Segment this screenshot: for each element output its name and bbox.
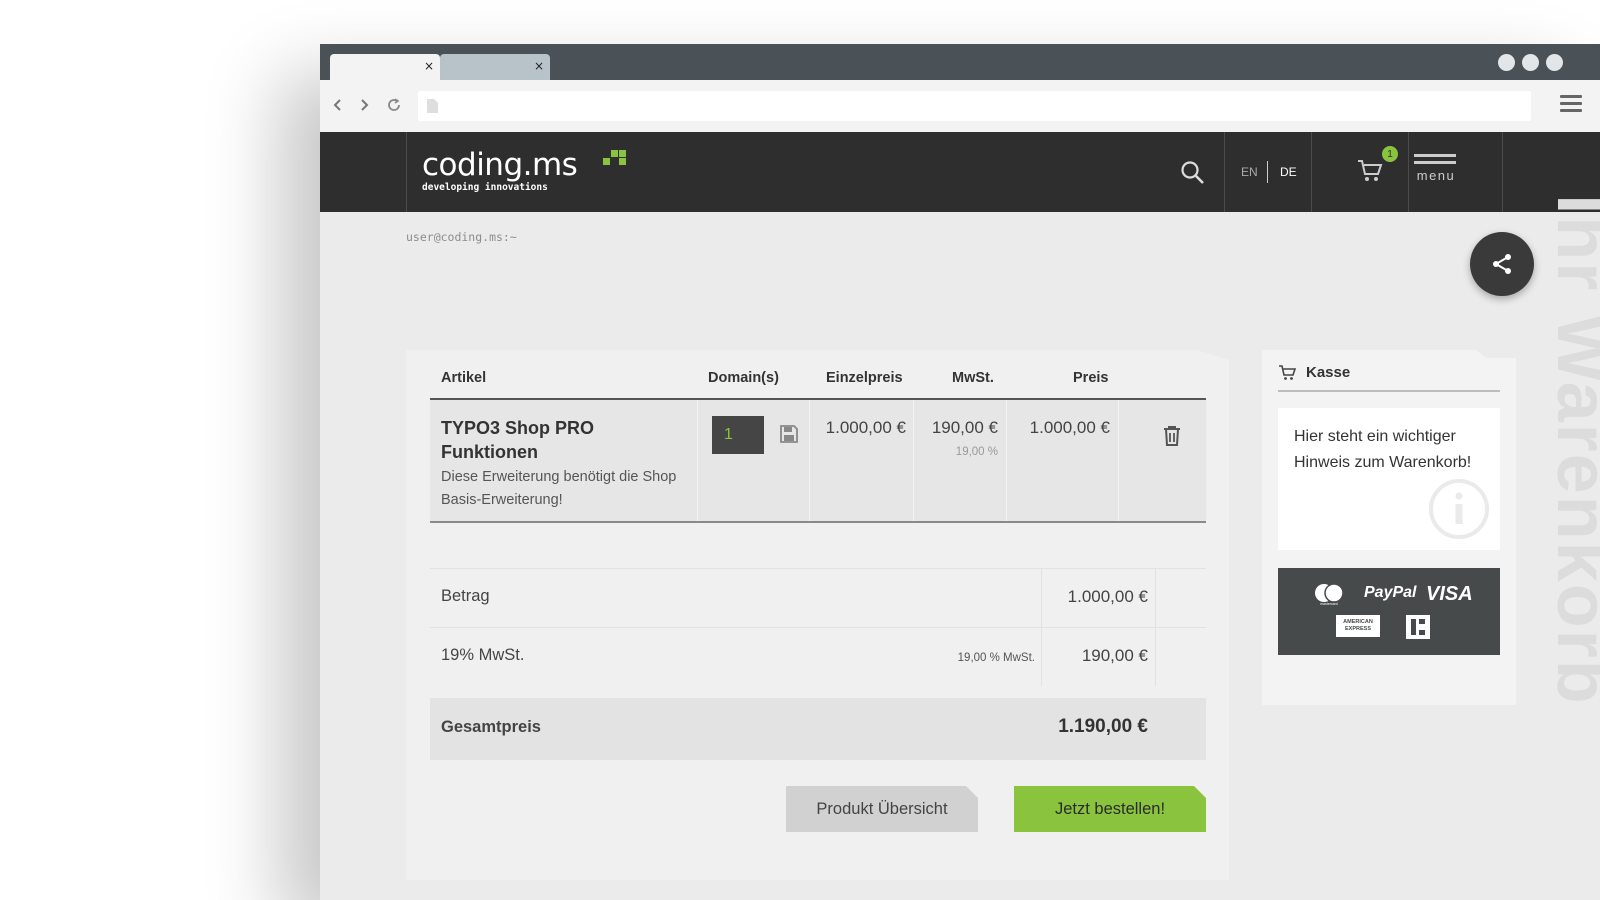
window-close-button[interactable] [1546, 54, 1563, 71]
floppy-disk-icon [780, 425, 798, 443]
share-icon [1493, 254, 1511, 274]
item-title: TYPO3 Shop PRO Funktionen [441, 418, 595, 462]
save-quantity-button[interactable] [779, 424, 801, 446]
browser-toolbar [320, 80, 1600, 132]
vat-value: 190,00 € [1081, 646, 1148, 665]
cart-table-panel: Artikel Domain(s) Einzelpreis MwSt. Prei… [406, 350, 1229, 880]
logo-squares-icon [603, 150, 626, 165]
address-bar[interactable] [418, 91, 1531, 121]
summary-row-amount: Betrag 1.000,00 € [430, 568, 1206, 627]
chevron-left-icon [333, 99, 341, 111]
window-maximize-button[interactable] [1522, 54, 1539, 71]
vertical-page-title: Ihr Warenkorb [1542, 194, 1600, 706]
paypal-logo: PayPal [1364, 584, 1417, 601]
total-value: 1.190,00 € [1058, 716, 1148, 737]
mastercard-icon: mastercard [1315, 583, 1344, 606]
vat-note: 19,00 % MwSt. [957, 652, 1035, 664]
product-overview-button[interactable]: Produkt Übersicht [786, 786, 978, 832]
browser-window: × × coding.ms developing innovations EN … [320, 44, 1600, 900]
page-icon [427, 99, 438, 113]
browser-menu-button[interactable] [1560, 95, 1582, 117]
cart-count-badge: 1 [1382, 146, 1398, 162]
column-header-article: Artikel [441, 370, 487, 386]
shopping-cart-icon [1279, 365, 1296, 380]
quantity-input[interactable] [712, 416, 764, 454]
notice-text: Hier steht ein wichtiger Hinweis zum War… [1294, 428, 1472, 471]
tab-close-icon[interactable]: × [534, 59, 544, 73]
amount-value: 1.000,00 € [1067, 587, 1148, 606]
column-header-price: Preis [1073, 370, 1109, 386]
item-vat-rate: 19,00 % [955, 446, 998, 458]
window-minimize-button[interactable] [1498, 54, 1515, 71]
item-price: 1.000,00 € [1029, 418, 1110, 437]
item-description: Diese Erweiterung benötigt die Shop Basi… [441, 469, 677, 508]
summary-row-vat: 19% MwSt. 19,00 % MwSt. 190,00 € [430, 627, 1206, 686]
info-icon [1429, 479, 1489, 539]
mastercard-label: mastercard [1320, 602, 1338, 606]
column-header-unit-price: Einzelpreis [826, 370, 903, 386]
cart-notice: Hier steht ein wichtiger Hinweis zum War… [1278, 408, 1500, 550]
payment-methods: mastercard PayPal VISA AMERICAN EXPRESS [1278, 568, 1500, 655]
back-button[interactable] [326, 93, 350, 117]
browser-tab-inactive[interactable]: × [440, 54, 550, 80]
lang-en[interactable]: EN [1241, 165, 1258, 179]
checkout-divider [1278, 390, 1500, 392]
cart-button[interactable] [1356, 158, 1386, 186]
reload-button[interactable] [382, 93, 406, 117]
search-button[interactable] [1180, 160, 1206, 186]
header-divider [1224, 132, 1225, 212]
column-header-domains: Domain(s) [708, 370, 779, 386]
item-unit-price: 1.000,00 € [825, 418, 906, 437]
site-logo[interactable]: coding.ms developing innovations [422, 147, 626, 194]
column-header-vat: MwSt. [952, 370, 994, 386]
vat-label: 19% MwSt. [441, 646, 525, 664]
chevron-right-icon [361, 99, 369, 111]
tab-bar: × × [320, 44, 1600, 80]
shopping-cart-icon [1358, 160, 1383, 181]
reload-icon [388, 98, 400, 111]
checkout-title: Kasse [1306, 364, 1351, 381]
checkout-panel: Kasse Hier steht ein wichtiger Hinweis z… [1262, 350, 1516, 705]
summary-row-total: Gesamtpreis 1.190,00 € [430, 698, 1206, 760]
site-header: coding.ms developing innovations EN DE 1… [320, 132, 1600, 212]
total-label: Gesamtpreis [441, 718, 541, 736]
amex-logo: AMERICAN EXPRESS [1336, 615, 1380, 637]
order-now-button[interactable]: Jetzt bestellen! [1014, 786, 1206, 832]
share-button[interactable] [1470, 232, 1534, 296]
remove-item-button[interactable] [1162, 425, 1184, 449]
browser-tab-active[interactable]: × [330, 54, 440, 80]
lang-divider [1267, 161, 1268, 183]
tab-close-icon[interactable]: × [424, 59, 434, 73]
trash-icon [1164, 426, 1180, 446]
header-divider [1311, 132, 1312, 212]
lang-de[interactable]: DE [1280, 165, 1297, 179]
site-menu-button[interactable]: menu [1412, 154, 1460, 194]
terminal-prompt: user@coding.ms:~ [406, 230, 517, 244]
header-divider [1502, 132, 1503, 212]
search-icon [1181, 161, 1204, 184]
menu-label: menu [1416, 168, 1456, 183]
ec-card-icon [1406, 615, 1430, 639]
visa-logo: VISA [1426, 583, 1473, 605]
table-row: TYPO3 Shop PRO Funktionen Diese Erweiter… [430, 400, 1206, 523]
logo-wordmark: coding.ms [422, 147, 578, 183]
header-divider [1408, 132, 1409, 212]
logo-tagline: developing innovations [422, 182, 548, 193]
amount-label: Betrag [441, 587, 490, 605]
header-divider [406, 132, 407, 212]
item-vat-amount: 190,00 € [931, 418, 998, 437]
forward-button[interactable] [352, 93, 376, 117]
